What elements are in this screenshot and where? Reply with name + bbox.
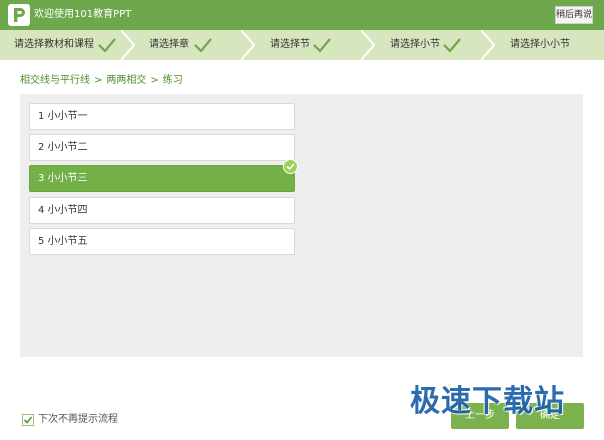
step-label: 请选择章	[149, 39, 189, 50]
list-item[interactable]: 5 小小节五	[29, 228, 295, 255]
breadcrumb-item[interactable]: 两两相交	[106, 75, 146, 86]
checkmark-icon	[23, 416, 33, 424]
step-separator-icon	[121, 30, 135, 60]
step-select-section[interactable]: 请选择节	[256, 30, 360, 60]
list-item-label: 4 小小节四	[38, 205, 88, 216]
step-select-chapter[interactable]: 请选择章	[136, 30, 240, 60]
checkmark-icon	[194, 38, 212, 53]
no-prompt-label: 下次不再提示流程	[38, 414, 118, 425]
list-item-selected[interactable]: 3 小小节三	[29, 165, 295, 192]
selected-check-icon	[283, 159, 298, 174]
breadcrumb-item[interactable]: 相交线与平行线	[20, 75, 90, 86]
list-item[interactable]: 1 小小节一	[29, 103, 295, 130]
list-item-label: 3 小小节三	[38, 173, 88, 184]
step-select-sub-subsection[interactable]: 请选择小小节	[496, 30, 604, 60]
step-label: 请选择小小节	[510, 39, 570, 50]
step-separator-icon	[241, 30, 255, 60]
list-item-label: 2 小小节二	[38, 142, 88, 153]
checkmark-icon	[98, 38, 116, 53]
no-prompt-checkbox[interactable]	[22, 414, 34, 426]
later-button[interactable]: 稍后再说	[555, 6, 593, 24]
step-separator-icon	[481, 30, 495, 60]
list-item[interactable]: 2 小小节二	[29, 134, 295, 161]
step-separator-icon	[361, 30, 375, 60]
watermark-text: 极速下载站	[410, 384, 565, 419]
list-item[interactable]: 4 小小节四	[29, 197, 295, 224]
step-label: 请选择小节	[390, 39, 440, 50]
app-title: 欢迎使用101教育PPT	[34, 9, 132, 20]
checkmark-icon	[443, 38, 461, 53]
list-item-label: 1 小小节一	[38, 111, 88, 122]
step-progress-bar: 请选择教材和课程 请选择章 请选择节 请选择小节 请选择小小节	[0, 30, 604, 60]
breadcrumb-item[interactable]: 练习	[163, 75, 183, 86]
breadcrumb-separator: >	[150, 75, 159, 86]
list-item-label: 5 小小节五	[38, 236, 88, 247]
checkmark-icon	[313, 38, 331, 53]
breadcrumb: 相交线与平行线 > 两两相交 > 练习	[20, 74, 183, 88]
breadcrumb-separator: >	[94, 75, 103, 86]
sub-subsection-list-panel: 1 小小节一 2 小小节二 3 小小节三 4 小小节四 5 小小节五	[20, 94, 583, 357]
app-logo-icon	[8, 4, 30, 26]
step-select-subsection[interactable]: 请选择小节	[376, 30, 480, 60]
title-bar: 欢迎使用101教育PPT 稍后再说	[0, 0, 604, 30]
step-label: 请选择教材和课程	[14, 39, 94, 50]
step-label: 请选择节	[270, 39, 310, 50]
step-select-textbook[interactable]: 请选择教材和课程	[0, 30, 120, 60]
